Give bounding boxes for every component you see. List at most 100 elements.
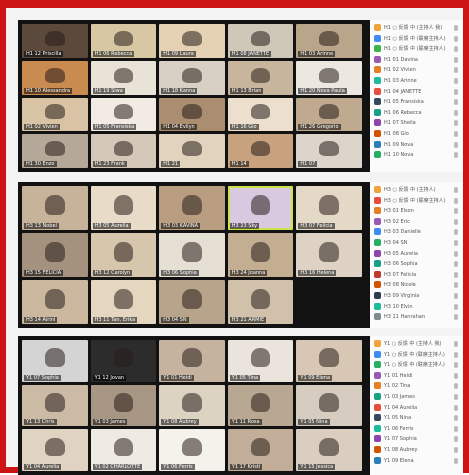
video-tile[interactable]: H3 07 Felicia xyxy=(296,186,362,230)
participant-list-item[interactable]: H1 09 Nova xyxy=(374,140,460,150)
participant-list-item[interactable]: Y1 ○ 反馈 中 (主持人 我) xyxy=(374,339,460,349)
video-tile[interactable]: H3 15 FELICIA xyxy=(22,233,88,277)
video-tile[interactable]: Y1 02 CHARLOTTE xyxy=(90,429,157,471)
participant-list-item[interactable]: H1 03 Arinne xyxy=(374,76,460,86)
microphone-icon[interactable] xyxy=(454,293,458,299)
video-tile[interactable]: H3 04 SN xyxy=(159,280,225,324)
video-tile[interactable]: H1 02 Vivien xyxy=(22,97,88,132)
participant-list-item[interactable]: H1 ○ 反馈 中 (主持人 我) xyxy=(374,23,460,33)
microphone-icon[interactable] xyxy=(454,362,458,369)
participant-list-item[interactable]: H3 09 Virginia xyxy=(374,291,460,301)
video-tile[interactable]: H1 07 xyxy=(296,134,362,168)
microphone-icon[interactable] xyxy=(454,415,458,422)
video-tile[interactable]: H1 04 Evilyn xyxy=(159,97,225,132)
microphone-icon[interactable] xyxy=(454,88,458,95)
video-tile[interactable]: H1 06 Rebecca xyxy=(90,24,157,58)
video-tile[interactable]: H1 14 xyxy=(227,134,294,168)
microphone-icon[interactable] xyxy=(454,35,458,42)
participant-list-item[interactable]: Y1 08 Aubrey xyxy=(374,445,460,455)
microphone-icon[interactable] xyxy=(454,99,458,106)
participant-list-item[interactable]: Y1 01 Heidi xyxy=(374,371,460,381)
video-tile[interactable]: Y1 17 Kristi xyxy=(227,429,294,471)
participant-list-item[interactable]: H3 06 Sophia xyxy=(374,259,460,269)
video-tile[interactable]: H1 13 Brian xyxy=(227,60,294,95)
video-tile[interactable]: Y1 15 Jessica xyxy=(296,429,362,471)
video-tile[interactable]: H1 30 Enzo xyxy=(22,134,88,168)
microphone-icon[interactable] xyxy=(454,372,458,379)
video-tile[interactable]: Y1 11 Rosa xyxy=(227,384,294,427)
video-tile[interactable]: H3 13 Nobel xyxy=(22,186,88,230)
microphone-icon[interactable] xyxy=(454,46,458,53)
video-tile[interactable]: H1 08 JANETTE xyxy=(227,24,294,58)
microphone-icon[interactable] xyxy=(454,187,458,193)
participant-list-item[interactable]: H3 02 Eric xyxy=(374,217,460,227)
video-tile[interactable]: H1 21 xyxy=(159,134,225,168)
participant-list-item[interactable]: H1 05 Fransiska xyxy=(374,97,460,107)
participant-list-item[interactable]: H1 01 Davina xyxy=(374,55,460,65)
microphone-icon[interactable] xyxy=(454,208,458,215)
video-tile[interactable]: H3 21 ARMIE xyxy=(227,280,294,324)
microphone-icon[interactable] xyxy=(454,218,458,225)
microphone-icon[interactable] xyxy=(454,240,458,246)
participant-list-item[interactable]: H1 ○ 反馈 中 (联席主持人) xyxy=(374,34,460,44)
participant-list-item[interactable]: H1 04 JANETTE xyxy=(374,87,460,97)
video-tile[interactable]: Y1 09 Elena xyxy=(296,340,362,382)
video-tile[interactable]: H1 09 Laura xyxy=(159,24,225,58)
microphone-icon[interactable] xyxy=(454,436,458,443)
microphone-icon[interactable] xyxy=(454,341,458,347)
microphone-icon[interactable] xyxy=(454,78,458,84)
microphone-icon[interactable] xyxy=(454,383,458,390)
video-tile[interactable]: Y1 05 Nina xyxy=(296,384,362,427)
microphone-icon[interactable] xyxy=(454,261,458,268)
microphone-icon[interactable] xyxy=(454,109,458,116)
video-tile[interactable]: Y1 07 Sophia xyxy=(22,340,88,382)
microphone-icon[interactable] xyxy=(454,282,458,289)
participant-list-item[interactable]: Y1 06 Ferris xyxy=(374,424,460,434)
microphone-icon[interactable] xyxy=(454,303,458,310)
participant-list-item[interactable]: Y1 ○ 反馈 中 (联席主持人) xyxy=(374,350,460,360)
video-tile[interactable]: H3 12 Carolyn xyxy=(90,233,157,277)
video-tile[interactable]: H1 23 Frank xyxy=(90,134,157,168)
microphone-icon[interactable] xyxy=(454,457,458,464)
participant-list-item[interactable]: Y1 03 James xyxy=(374,392,460,402)
microphone-icon[interactable] xyxy=(454,141,458,148)
participant-list-item[interactable]: Y1 09 Elena xyxy=(374,456,460,466)
microphone-icon[interactable] xyxy=(454,131,458,137)
microphone-icon[interactable] xyxy=(454,67,458,74)
video-tile[interactable]: Y1 13 Chris xyxy=(22,384,88,427)
video-tile[interactable]: Y1 04 Aurelia xyxy=(22,429,88,471)
participant-list-item[interactable]: H1 08 Glo xyxy=(374,129,460,139)
video-tile[interactable]: Y1 08 Aubrey xyxy=(159,384,225,427)
video-tile[interactable]: H3 03 KAVINA xyxy=(159,186,225,230)
video-tile[interactable]: H3 14 Airini xyxy=(22,280,88,324)
participant-list-item[interactable]: H3 04 SN xyxy=(374,238,460,248)
microphone-icon[interactable] xyxy=(454,25,458,31)
microphone-icon[interactable] xyxy=(454,56,458,63)
video-tile[interactable]: H1 10 Alessandra xyxy=(22,60,88,95)
participant-list-item[interactable]: H3 05 Aurelia xyxy=(374,249,460,259)
microphone-icon[interactable] xyxy=(454,314,458,321)
participant-list-item[interactable]: H1 ○ 反馈 中 (联席主持人) xyxy=(374,44,460,54)
video-tile[interactable]: H1 18 Kanna xyxy=(159,60,225,95)
video-tile[interactable]: H3 11 Tan, Erika xyxy=(90,280,157,324)
video-tile[interactable]: Y1 05 Tina xyxy=(227,340,294,382)
participant-list-item[interactable]: H3 07 Felicia xyxy=(374,270,460,280)
microphone-icon[interactable] xyxy=(454,152,458,159)
participant-list-item[interactable]: Y1 02 Tina xyxy=(374,381,460,391)
microphone-icon[interactable] xyxy=(454,447,458,453)
participant-list-item[interactable]: H3 ○ 反馈 中 (联席主持人) xyxy=(374,196,460,206)
participant-list-item[interactable]: H1 06 Rebecca xyxy=(374,108,460,118)
video-tile[interactable]: H3 24 Joanna xyxy=(227,233,294,277)
video-tile[interactable]: H3 16 Helena xyxy=(296,233,362,277)
participant-list-item[interactable]: H3 08 Nicole xyxy=(374,280,460,290)
video-tile[interactable]: H1 12 Priscilla xyxy=(22,24,88,58)
video-tile[interactable]: Y1 06 Ferris xyxy=(159,429,225,471)
video-tile[interactable]: H1 26 Gregorio xyxy=(296,97,362,132)
microphone-icon[interactable] xyxy=(454,229,458,236)
video-tile[interactable]: Y1 12 Jovan xyxy=(90,340,157,382)
participant-list-item[interactable]: Y1 ○ 反馈 中 (联席主持人) xyxy=(374,360,460,370)
microphone-icon[interactable] xyxy=(454,197,458,204)
microphone-icon[interactable] xyxy=(454,425,458,432)
participant-list-item[interactable]: H3 03 Danielle xyxy=(374,227,460,237)
participant-list-item[interactable]: Y1 04 Aurelia xyxy=(374,403,460,413)
